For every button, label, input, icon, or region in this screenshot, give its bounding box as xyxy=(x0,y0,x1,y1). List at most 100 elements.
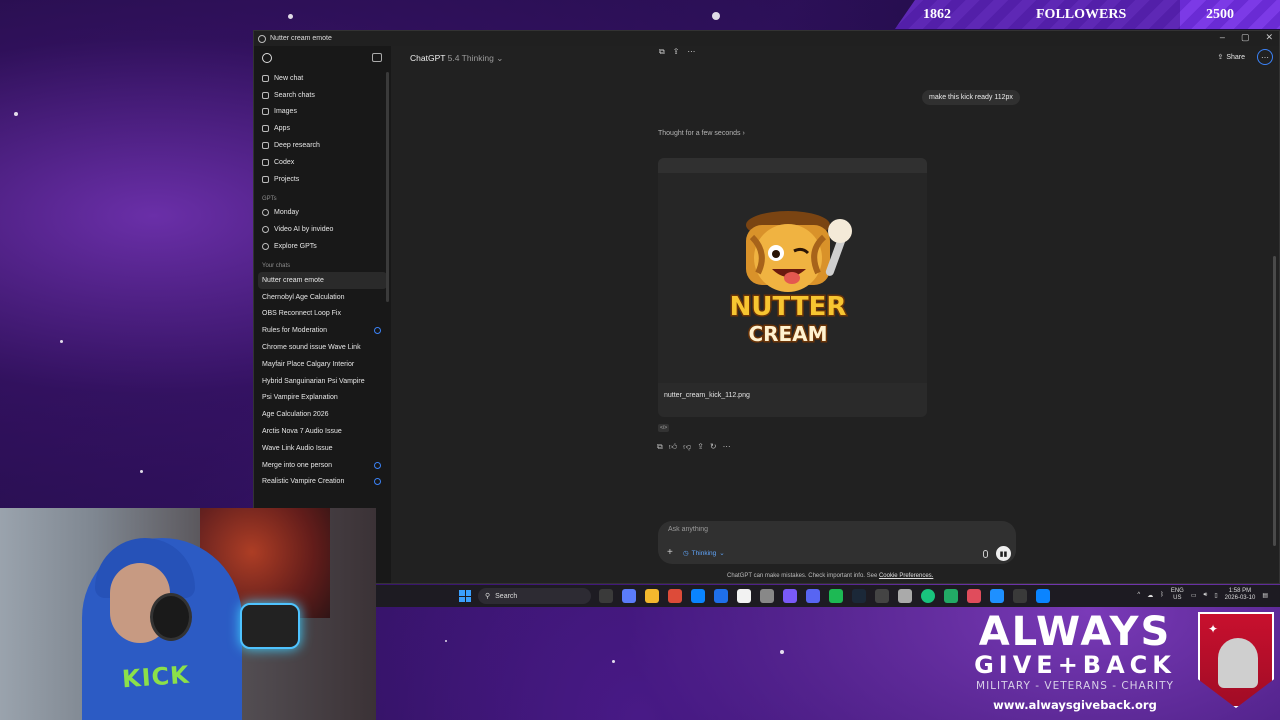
image-filename[interactable]: nutter_cream_kick_112.png xyxy=(664,392,750,399)
apps-icon xyxy=(262,125,269,133)
onedrive-icon[interactable]: ☁ xyxy=(1147,592,1153,599)
sidebar-nav-item[interactable]: New chat xyxy=(254,70,391,87)
thumbs-down-icon[interactable]: 👎︎ xyxy=(683,442,691,452)
taskbar-app-icon[interactable] xyxy=(645,589,659,603)
tray-overflow-icon[interactable]: ^ xyxy=(1137,592,1140,598)
sidebar-nav-label: Codex xyxy=(274,158,295,166)
taskbar-app-icon[interactable] xyxy=(737,589,751,603)
shirt-text: KICK xyxy=(121,660,191,694)
taskbar-app-icon[interactable] xyxy=(760,589,774,603)
bluetooth-icon[interactable]: ᛒ xyxy=(1160,592,1164,598)
chat-history-item[interactable]: Mayfair Place Calgary Interior xyxy=(254,356,391,373)
taskbar-app-icon[interactable] xyxy=(852,589,866,603)
chat-history-item[interactable]: Realistic Vampire Creation xyxy=(254,474,391,491)
chat-title: Nutter cream emote xyxy=(262,276,324,284)
sidebar-nav-item[interactable]: Apps xyxy=(254,120,391,137)
share-icon[interactable]: ⇪ xyxy=(697,442,704,452)
cookie-preferences-link[interactable]: Cookie Preferences. xyxy=(879,573,933,579)
message-input[interactable] xyxy=(668,526,968,533)
chat-history-item[interactable]: Arctis Nova 7 Audio Issue xyxy=(254,423,391,440)
sidebar-nav-item[interactable]: Deep research xyxy=(254,137,391,154)
taskbar-app-icon[interactable] xyxy=(1013,589,1027,603)
chat-history-item[interactable]: Chernobyl Age Calculation xyxy=(254,289,391,306)
taskbar-app-icon[interactable] xyxy=(783,589,797,603)
share-button[interactable]: ⇪ Share xyxy=(1217,53,1245,62)
more-icon[interactable]: ⋯ xyxy=(723,442,731,452)
mic-icon[interactable] xyxy=(983,550,988,558)
chat-history-item[interactable]: Merge into one person xyxy=(254,457,391,474)
star xyxy=(780,650,784,654)
chat-history-item[interactable]: Chrome sound issue Wave Link xyxy=(254,339,391,356)
minimize-button[interactable]: – xyxy=(1220,32,1225,43)
thought-toggle[interactable]: Thought for a few seconds › xyxy=(658,130,745,137)
notifications-icon[interactable]: ▤ xyxy=(1262,592,1268,599)
chat-history-item[interactable]: Psi Vampire Explanation xyxy=(254,390,391,407)
chat-history-item[interactable]: Age Calculation 2026 xyxy=(254,406,391,423)
thumbs-up-icon[interactable]: 👍︎ xyxy=(669,442,677,452)
language-indicator[interactable]: ENG US xyxy=(1171,588,1184,602)
taskbar-app-icon[interactable] xyxy=(714,589,728,603)
voice-mode-button[interactable]: ▮▮ xyxy=(996,546,1011,561)
battery-icon[interactable]: ▯ xyxy=(1214,592,1217,599)
emote-text-cream: CREAM xyxy=(748,322,827,346)
taskbar-app-icon[interactable] xyxy=(898,589,912,603)
search-icon xyxy=(262,91,269,99)
clock[interactable]: 1:58 PM 2026-03-10 xyxy=(1225,588,1256,602)
display-icon[interactable]: ▭ xyxy=(1191,592,1197,599)
clock-time: 1:58 PM xyxy=(1228,588,1252,594)
taskbar-app-icon[interactable] xyxy=(875,589,889,603)
more-options-button[interactable]: ⋯ xyxy=(1257,49,1273,65)
brand-url: www.alwaysgiveback.org xyxy=(993,698,1157,712)
sidebar-gpt-item[interactable]: Explore GPTs xyxy=(254,238,391,255)
windows-start-icon[interactable] xyxy=(459,590,471,602)
chat-history-item[interactable]: Wave Link Audio Issue xyxy=(254,440,391,457)
taskbar-search[interactable]: ⚲ Search xyxy=(478,588,591,604)
taskbar-app-icon[interactable] xyxy=(829,589,843,603)
volume-icon[interactable]: 🔊︎ xyxy=(1204,592,1208,599)
sidebar: New chat Search chats Images Apps Deep resea… xyxy=(254,46,391,583)
taskbar-app-icon[interactable] xyxy=(1036,589,1050,603)
chat-history-item[interactable]: Hybrid Sanguinarian Psi Vampire xyxy=(254,373,391,390)
model-selector[interactable]: ChatGPT 5.4 Thinking ⌄ xyxy=(410,53,503,64)
chat-history-item[interactable]: Nutter cream emote xyxy=(258,271,387,289)
sidebar-scrollbar[interactable] xyxy=(386,72,389,302)
sidebar-nav-item[interactable]: Images xyxy=(254,104,391,121)
chat-history-item[interactable]: Rules for Moderation xyxy=(254,322,391,339)
sidebar-nav-item[interactable]: Projects xyxy=(254,171,391,188)
sidebar-gpt-item[interactable]: Video AI by invideo xyxy=(254,221,391,238)
sidebar-nav-label: New chat xyxy=(274,74,304,82)
taskbar-app-icon[interactable] xyxy=(944,589,958,603)
model-name: ChatGPT xyxy=(410,53,446,63)
taskbar-app-icon[interactable] xyxy=(921,589,935,603)
taskbar-app-icon[interactable] xyxy=(806,589,820,603)
taskbar-app-icon[interactable] xyxy=(622,589,636,603)
emote-image[interactable]: NUTTER CREAM xyxy=(658,173,927,383)
sidebar-nav-item[interactable]: Codex xyxy=(254,154,391,171)
openai-logo-icon[interactable] xyxy=(262,53,272,63)
taskbar-app-icon[interactable] xyxy=(967,589,981,603)
taskbar-app-icon[interactable] xyxy=(990,589,1004,603)
chat-title: Rules for Moderation xyxy=(262,327,327,335)
copy-link-icon[interactable]: ⧉ xyxy=(659,47,665,57)
upload-icon[interactable]: ⇪ xyxy=(673,47,680,57)
taskbar-app-icon[interactable] xyxy=(599,589,613,603)
sidebar-toggle-icon[interactable] xyxy=(372,53,382,62)
regenerate-icon[interactable]: ↻ xyxy=(710,442,717,452)
close-button[interactable]: ✕ xyxy=(1265,32,1273,43)
sidebar-nav-item[interactable]: Search chats xyxy=(254,87,391,104)
followers-goal: 2500 xyxy=(1206,7,1234,22)
plus-icon[interactable]: + xyxy=(667,548,673,558)
code-badge[interactable]: </> xyxy=(658,424,670,432)
sidebar-gpt-item[interactable]: Monday xyxy=(254,205,391,222)
copy-icon[interactable]: ⧉ xyxy=(657,442,663,452)
ellipsis-icon[interactable]: ⋯ xyxy=(687,47,695,57)
maximize-button[interactable]: ▢ xyxy=(1241,32,1250,43)
generated-image-card[interactable]: NUTTER CREAM nutter_cream_kick_112.png xyxy=(658,158,927,417)
webcam-feed: KICK xyxy=(0,508,376,720)
chat-title: OBS Reconnect Loop Fix xyxy=(262,310,341,318)
thinking-mode-pill[interactable]: ◷ Thinking ⌄ xyxy=(683,549,725,558)
taskbar-app-icon[interactable] xyxy=(691,589,705,603)
chat-scrollbar[interactable] xyxy=(1273,256,1276,546)
chat-history-item[interactable]: OBS Reconnect Loop Fix xyxy=(254,306,391,323)
taskbar-app-icon[interactable] xyxy=(668,589,682,603)
